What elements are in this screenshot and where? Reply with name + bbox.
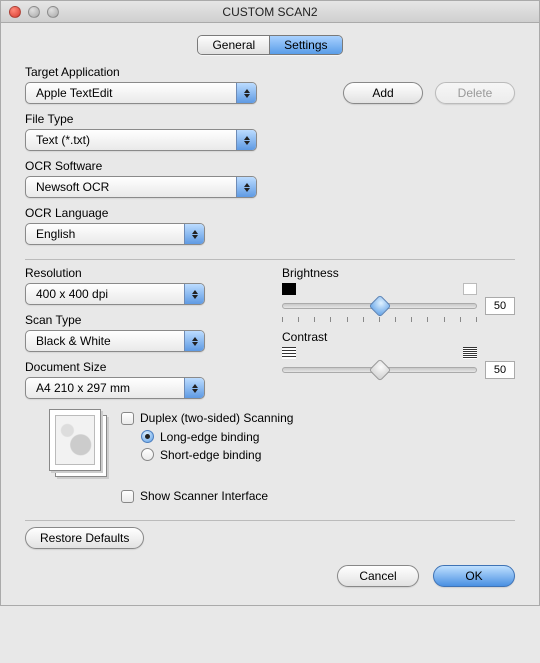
restore-defaults-label: Restore Defaults bbox=[40, 531, 129, 545]
brightness-swatch-row bbox=[282, 283, 515, 295]
right-col: Brightness 50 Contrast bbox=[282, 266, 515, 399]
contrast-slider-wrap: 50 bbox=[282, 361, 515, 379]
add-button[interactable]: Add bbox=[343, 82, 423, 104]
delete-button: Delete bbox=[435, 82, 515, 104]
cancel-label: Cancel bbox=[359, 569, 396, 583]
brightness-label: Brightness bbox=[282, 266, 515, 280]
scan-type-select[interactable]: Black & White bbox=[25, 330, 205, 352]
brightness-slider[interactable] bbox=[282, 303, 477, 309]
show-scanner-row: Show Scanner Interface bbox=[121, 487, 515, 506]
contrast-high-icon bbox=[463, 347, 477, 359]
chevron-updown-icon bbox=[184, 284, 204, 304]
short-edge-label: Short-edge binding bbox=[160, 448, 261, 462]
window-title: CUSTOM SCAN2 bbox=[1, 5, 539, 19]
checkbox-box-icon bbox=[121, 490, 134, 503]
ocr-software-label: OCR Software bbox=[25, 159, 515, 173]
duplex-page-front bbox=[49, 409, 101, 471]
tab-settings[interactable]: Settings bbox=[270, 36, 341, 54]
chevron-updown-icon bbox=[236, 83, 256, 103]
delete-button-label: Delete bbox=[458, 86, 493, 100]
cancel-button[interactable]: Cancel bbox=[337, 565, 419, 587]
duplex-checkbox[interactable]: Duplex (two-sided) Scanning bbox=[121, 411, 293, 425]
brightness-dark-icon bbox=[282, 283, 296, 295]
tab-settings-label: Settings bbox=[284, 38, 327, 52]
checkbox-box-icon bbox=[121, 412, 134, 425]
chevron-updown-icon bbox=[184, 378, 204, 398]
target-app-row: Apple TextEdit Add Delete bbox=[25, 82, 515, 104]
section-divider bbox=[25, 520, 515, 521]
contrast-low-icon bbox=[282, 347, 296, 359]
scan-params-row: Resolution 400 x 400 dpi Scan Type Black… bbox=[25, 266, 515, 399]
document-size-select[interactable]: A4 210 x 297 mm bbox=[25, 377, 205, 399]
scan-type-label: Scan Type bbox=[25, 313, 258, 327]
dialog-content: General Settings Target Application Appl… bbox=[1, 23, 539, 605]
ok-label: OK bbox=[465, 569, 482, 583]
duplex-radio-group: Long-edge binding Short-edge binding bbox=[121, 428, 293, 465]
duplex-checkbox-label: Duplex (two-sided) Scanning bbox=[140, 411, 293, 425]
chevron-updown-icon bbox=[184, 224, 204, 244]
duplex-options: Duplex (two-sided) Scanning Long-edge bi… bbox=[121, 409, 293, 479]
tab-segmented-control: General Settings bbox=[197, 35, 342, 55]
ok-button[interactable]: OK bbox=[433, 565, 515, 587]
restore-defaults-button[interactable]: Restore Defaults bbox=[25, 527, 144, 549]
tab-general-label: General bbox=[212, 38, 255, 52]
footer-buttons: Cancel OK bbox=[25, 565, 515, 587]
file-type-select[interactable]: Text (*.txt) bbox=[25, 129, 257, 151]
file-type-label: File Type bbox=[25, 112, 515, 126]
target-app-select[interactable]: Apple TextEdit bbox=[25, 82, 257, 104]
radio-dot-icon bbox=[141, 448, 154, 461]
contrast-slider[interactable] bbox=[282, 367, 477, 373]
document-size-label: Document Size bbox=[25, 360, 258, 374]
resolution-select[interactable]: 400 x 400 dpi bbox=[25, 283, 205, 305]
contrast-value: 50 bbox=[485, 361, 515, 379]
brightness-slider-thumb[interactable] bbox=[368, 295, 391, 318]
chevron-updown-icon bbox=[236, 130, 256, 150]
tab-row: General Settings bbox=[25, 35, 515, 55]
short-edge-radio[interactable]: Short-edge binding bbox=[141, 448, 261, 462]
radio-dot-icon bbox=[141, 430, 154, 443]
traffic-lights bbox=[1, 6, 59, 18]
zoom-window-button[interactable] bbox=[47, 6, 59, 18]
ocr-software-value: Newsoft OCR bbox=[26, 180, 236, 194]
left-col: Resolution 400 x 400 dpi Scan Type Black… bbox=[25, 266, 258, 399]
ocr-language-select[interactable]: English bbox=[25, 223, 205, 245]
document-size-value: A4 210 x 297 mm bbox=[26, 381, 184, 395]
resolution-value: 400 x 400 dpi bbox=[26, 287, 184, 301]
section-divider bbox=[25, 259, 515, 260]
brightness-ticks bbox=[282, 315, 515, 322]
resolution-label: Resolution bbox=[25, 266, 258, 280]
chevron-updown-icon bbox=[236, 177, 256, 197]
brightness-light-icon bbox=[463, 283, 477, 295]
scan-type-value: Black & White bbox=[26, 334, 184, 348]
duplex-block: Duplex (two-sided) Scanning Long-edge bi… bbox=[49, 409, 515, 479]
dialog-window: CUSTOM SCAN2 General Settings Target App… bbox=[0, 0, 540, 606]
chevron-updown-icon bbox=[184, 331, 204, 351]
contrast-swatch-row bbox=[282, 347, 515, 359]
file-type-value: Text (*.txt) bbox=[26, 133, 236, 147]
titlebar: CUSTOM SCAN2 bbox=[1, 1, 539, 23]
add-button-label: Add bbox=[372, 86, 393, 100]
tab-general[interactable]: General bbox=[198, 36, 270, 54]
long-edge-label: Long-edge binding bbox=[160, 430, 259, 444]
long-edge-radio[interactable]: Long-edge binding bbox=[141, 430, 259, 444]
contrast-label: Contrast bbox=[282, 330, 515, 344]
ocr-language-value: English bbox=[26, 227, 184, 241]
duplex-preview bbox=[49, 409, 107, 479]
target-app-value: Apple TextEdit bbox=[26, 86, 236, 100]
show-scanner-label: Show Scanner Interface bbox=[140, 489, 268, 503]
brightness-value: 50 bbox=[485, 297, 515, 315]
ocr-language-label: OCR Language bbox=[25, 206, 515, 220]
contrast-slider-thumb[interactable] bbox=[368, 359, 391, 382]
brightness-slider-wrap: 50 bbox=[282, 297, 515, 315]
minimize-window-button[interactable] bbox=[28, 6, 40, 18]
target-app-label: Target Application bbox=[25, 65, 515, 79]
ocr-software-select[interactable]: Newsoft OCR bbox=[25, 176, 257, 198]
close-window-button[interactable] bbox=[9, 6, 21, 18]
show-scanner-checkbox[interactable]: Show Scanner Interface bbox=[121, 489, 268, 503]
